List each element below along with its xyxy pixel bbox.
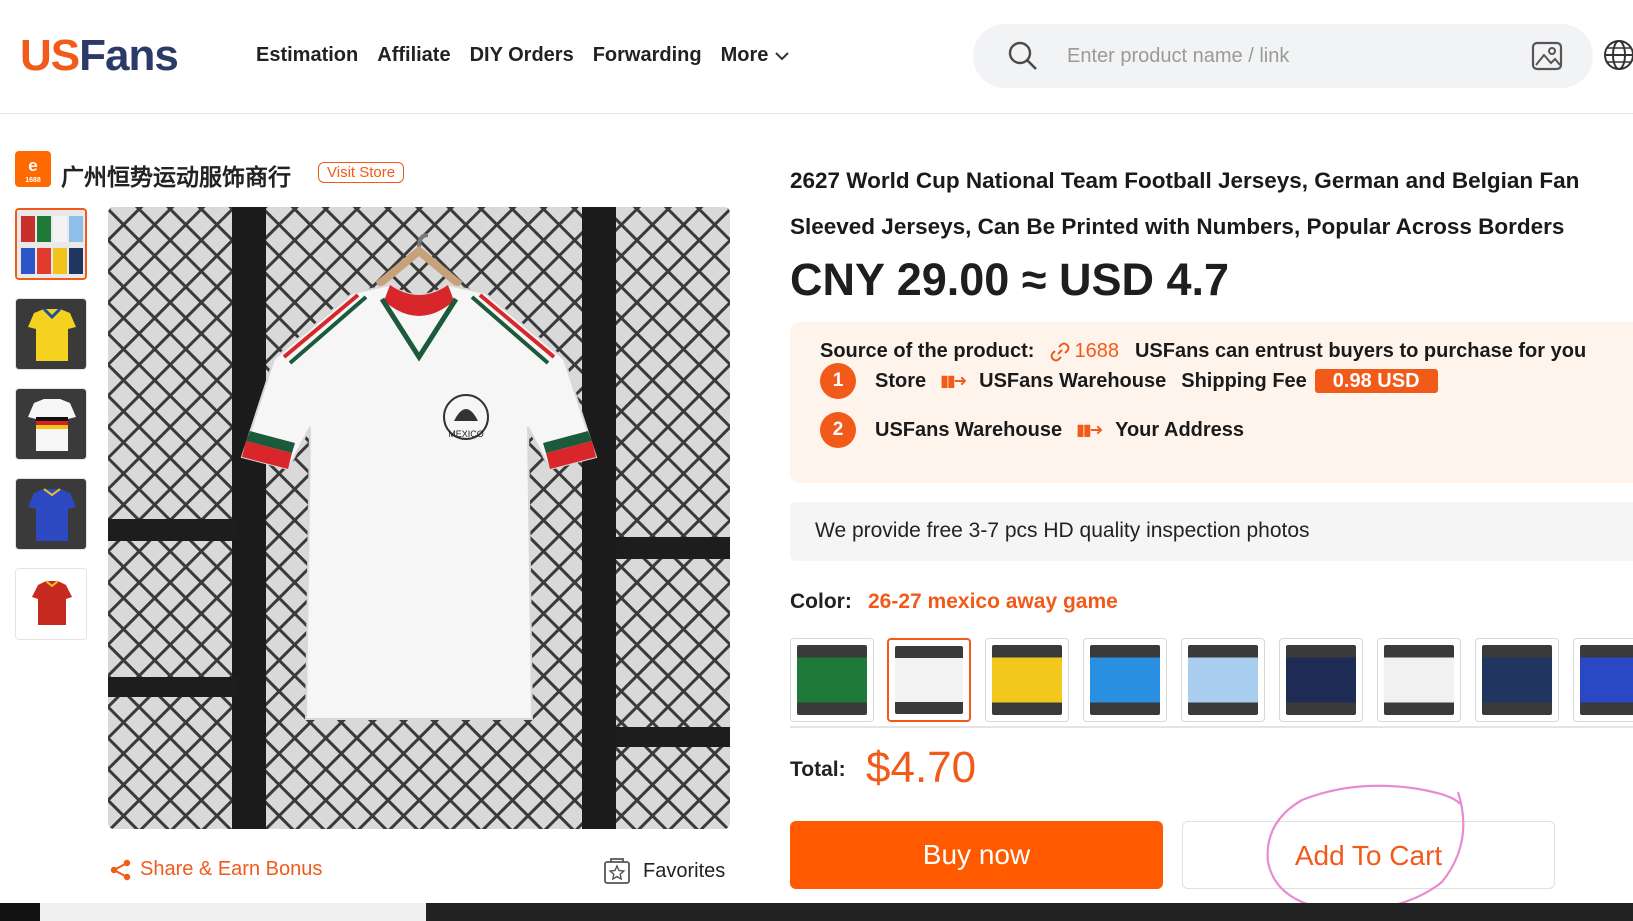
source-platform: 1688 [1074,340,1119,362]
inspection-text: We provide free 3-7 pcs HD quality inspe… [815,519,1310,542]
shipping-fee-badge: 0.98 USD [1314,369,1438,393]
step-number: 1 [820,363,856,399]
thumbnail-image [17,210,85,278]
product-title-line-2: Sleeved Jerseys, Can Be Printed with Num… [790,214,1565,239]
selected-color: 26-27 mexico away game [868,590,1118,613]
main-product-image[interactable]: MEXICO [108,207,730,829]
nav-affiliate[interactable]: Affiliate [377,44,450,67]
swatch-image [992,645,1062,715]
swatch-image [1580,645,1633,715]
swatch-image [1286,645,1356,715]
favorites-label: Favorites [643,859,726,882]
source-label: Source of the product: [820,340,1035,362]
taskbar-search[interactable] [40,903,426,921]
thumbnail-3[interactable] [15,388,87,460]
hand-drawn-circle-annotation [1266,784,1465,912]
image-search-icon[interactable] [1531,40,1563,72]
globe-icon[interactable] [1604,38,1633,72]
color-swatch[interactable] [1279,638,1363,722]
thumbnail-1[interactable] [15,208,87,280]
thumbnail-list [15,208,87,658]
nav-estimation[interactable]: Estimation [256,44,358,67]
main-nav: Estimation Affiliate DIY Orders Forwardi… [256,44,809,67]
arrow-right-icon: ▮▮➜ [940,373,967,390]
link-icon [1050,342,1070,361]
step2-from: USFans Warehouse [875,418,1063,441]
total-value: $4.70 [866,743,977,792]
shipping-step-2: 2 USFans Warehouse ▮▮➜ Your Address [820,412,1244,448]
svg-text:MEXICO: MEXICO [448,429,484,439]
search-input[interactable]: Enter product name / link [1067,45,1289,68]
search-bar[interactable]: Enter product name / link [973,24,1593,88]
swatch-image [1482,645,1552,715]
search-icon[interactable] [1007,40,1039,72]
shipping-fee-label: Shipping Fee [1181,369,1307,392]
color-swatch[interactable] [985,638,1069,722]
swatch-image [797,645,867,715]
color-swatch[interactable] [1475,638,1559,722]
favorites-button[interactable]: Favorites [603,857,725,885]
buy-now-button[interactable]: Buy now [790,821,1163,889]
source-info-box: Source of the product: 1688 USFans can e… [790,322,1633,483]
nav-more[interactable]: More [721,44,791,67]
color-swatch[interactable] [1377,638,1461,722]
step2-to: Your Address [1115,418,1245,441]
color-swatch-selected[interactable] [887,638,971,722]
taskbar [0,903,1633,921]
inspection-notice: We provide free 3-7 pcs HD quality inspe… [790,502,1633,561]
source-note: USFans can entrust buyers to purchase fo… [1134,340,1587,362]
share-button[interactable]: Share & Earn Bonus [110,858,322,881]
usfans-logo[interactable]: USFans [20,30,179,82]
product-title: 2627 World Cup National Team Football Je… [790,158,1630,250]
nav-more-label: More [720,44,769,66]
step-number: 2 [820,412,856,448]
swatch-image [1384,645,1454,715]
product-price: CNY 29.00 ≈ USD 4.7 [790,254,1230,305]
product-title-line-1: 2627 World Cup National Team Football Je… [790,168,1580,193]
share-label: Share & Earn Bonus [140,858,323,880]
color-label: Color: [790,590,852,613]
swatch-image [895,646,963,714]
color-swatch[interactable] [1573,638,1633,722]
shipping-step-1: 1 Store ▮▮➜ USFans Warehouse Shipping Fe… [820,363,1438,399]
chevron-down-icon [775,51,790,60]
color-swatch-list [790,638,1633,726]
color-swatch[interactable] [1083,638,1167,722]
nav-forwarding[interactable]: Forwarding [593,44,702,67]
arrow-right-icon: ▮▮➜ [1076,422,1103,439]
source-platform-link[interactable]: 1688 [1050,340,1119,363]
store-platform-logo: e 1688 [15,151,51,187]
total-label: Total: [790,758,846,781]
color-swatch[interactable] [1181,638,1265,722]
swatch-image [1188,645,1258,715]
jersey-photo: MEXICO [108,207,730,829]
thumbnail-5[interactable] [15,568,87,640]
swatch-image [1090,645,1160,715]
visit-store-button[interactable]: Visit Store [318,162,405,183]
swatch-divider [790,726,1633,728]
thumbnail-image [16,479,86,549]
favorites-star-icon [604,858,630,884]
step1-from: Store [875,369,927,392]
top-header: USFans Estimation Affiliate DIY Orders F… [0,0,1633,114]
store-name[interactable]: 广州恒势运动服饰商行 [61,158,291,192]
color-swatch[interactable] [790,638,874,722]
source-row: Source of the product: 1688 USFans can e… [820,340,1586,363]
thumbnail-2[interactable] [15,298,87,370]
share-icon [110,859,131,880]
start-button[interactable] [0,903,40,921]
step1-to: USFans Warehouse [979,369,1167,392]
thumbnail-4[interactable] [15,478,87,550]
thumbnail-image [16,299,86,369]
nav-diy-orders[interactable]: DIY Orders [470,44,574,67]
thumbnail-image [16,569,86,639]
thumbnail-image [16,389,86,459]
